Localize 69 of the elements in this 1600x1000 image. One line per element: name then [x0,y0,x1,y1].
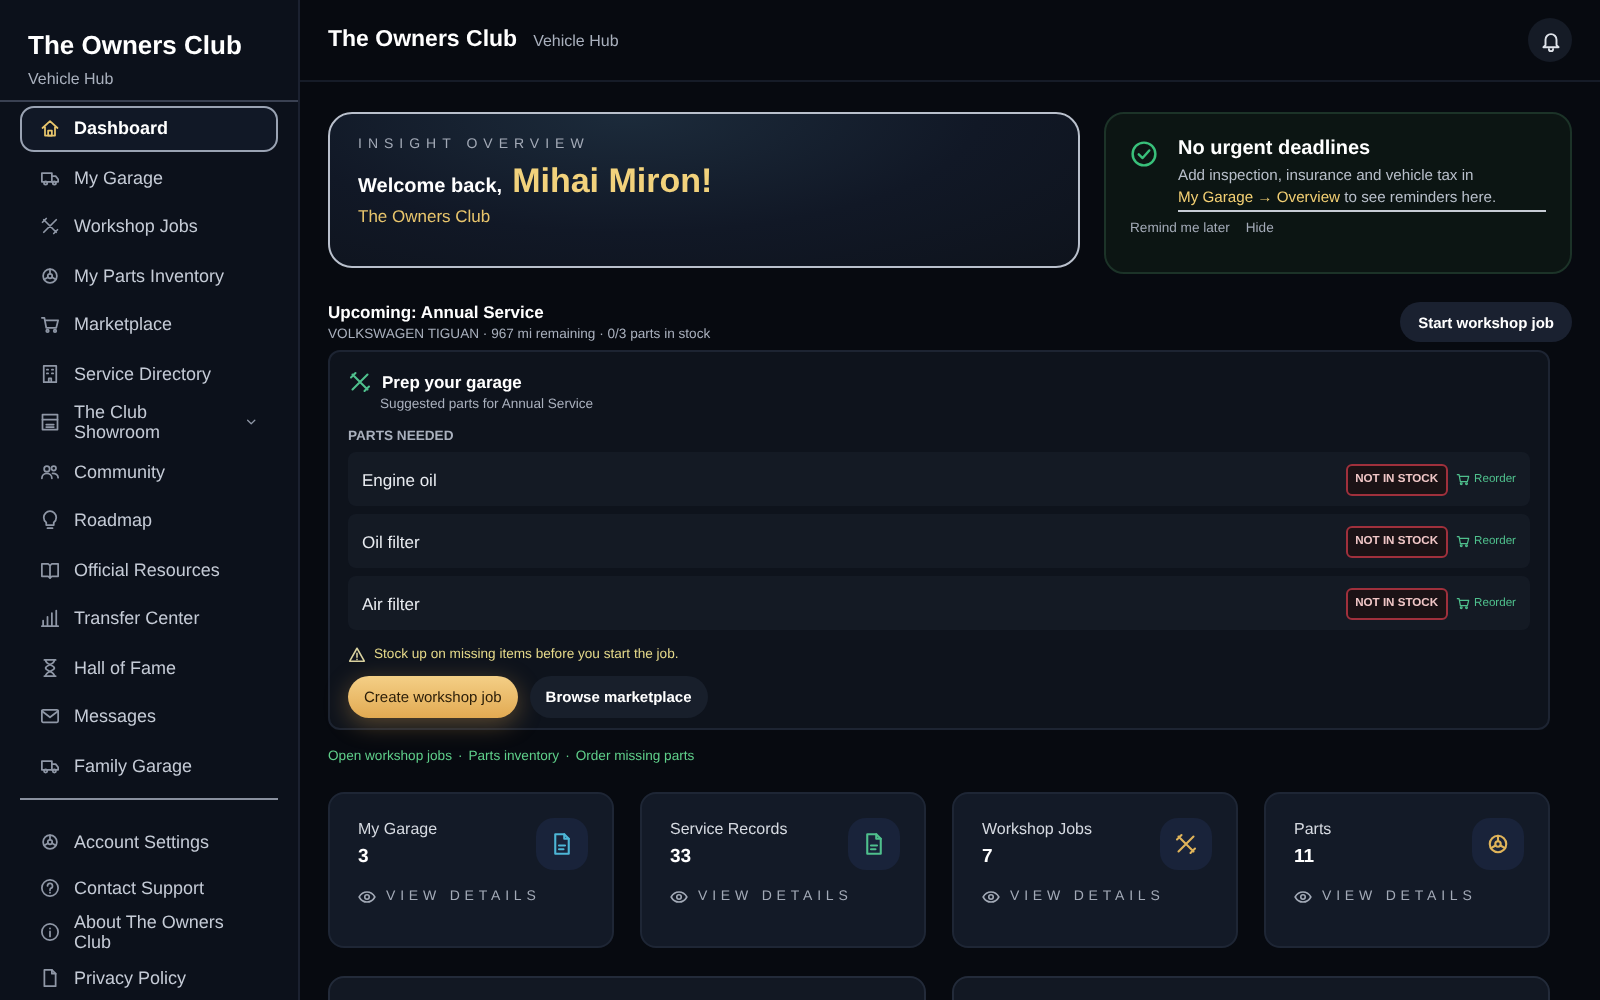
sidebar-item[interactable]: Hall of Fame [20,645,278,690]
tools-icon [348,370,372,394]
help-icon [40,877,60,898]
sidebar-item[interactable]: The Club Showroom [20,400,278,445]
cart-icon [1456,472,1471,486]
notifications-button[interactable] [1528,18,1572,62]
home-icon [40,118,60,139]
sidebar-item[interactable]: My Parts Inventory [20,253,278,298]
stat-value: 33 [670,846,692,868]
eye-icon [670,888,688,906]
page-subtitle: Vehicle Hub [533,31,619,49]
people-icon [40,461,60,482]
part-name: Oil filter [362,531,420,551]
sidebar-item[interactable]: My Garage [20,155,278,200]
stat-label: Workshop Jobs [982,820,1092,838]
eye-icon [358,888,376,906]
stat-label: Service Records [670,820,788,838]
greeting: Welcome back, [358,176,503,198]
upcoming-title: Upcoming: Annual Service [328,302,546,322]
stat-label: Parts [1294,820,1332,838]
truck-icon [40,167,60,188]
brand-subtitle: Vehicle Hub [28,70,114,88]
stat-value: 7 [982,846,993,868]
cart-icon [1456,534,1471,548]
eye-icon [982,888,1000,906]
part-name: Engine oil [362,469,437,489]
eye-icon [1294,888,1312,906]
sidebar-item[interactable]: Dashboard [20,106,278,151]
gear-icon [40,265,60,286]
sidebar-item[interactable]: About The Owners Club [20,910,278,955]
cart-icon [1456,596,1471,610]
sidebar-item[interactable]: Contact Support [20,865,278,910]
building-icon [40,363,60,384]
page-title: The Owners Club [328,28,518,52]
bar-chart-icon [40,608,60,629]
user-name: Mihai Miron! [512,162,713,202]
sidebar-item[interactable]: Service Directory [20,351,278,396]
prep-title: Prep your garage [382,372,522,392]
sidebar-item[interactable]: Workshop Jobs [20,204,278,249]
deadlines-title: No urgent deadlines [1178,138,1373,160]
check-circle-icon [1130,140,1158,168]
warning-icon [348,646,366,664]
truck-icon [40,755,60,776]
sidebar-item[interactable]: Account Settings [20,820,278,865]
part-name: Air filter [362,593,420,613]
stat-label: My Garage [358,820,438,838]
sidebar-item[interactable]: Official Resources [20,547,278,592]
sidebar-item[interactable]: Privacy Policy [20,955,278,1000]
sidebar-item[interactable]: Family Garage [20,743,278,788]
bell-icon [1539,29,1561,51]
sidebar-item[interactable]: Marketplace [20,302,278,347]
store-icon [40,412,60,433]
bulb-icon [40,510,60,531]
sidebar-item[interactable]: Messages [20,694,278,739]
sidebar-item[interactable]: Roadmap [20,498,278,543]
hourglass-icon [40,657,60,678]
sidebar-item[interactable]: Community [20,449,278,494]
brand-title: The Owners Club [28,30,242,60]
document-icon [40,967,60,988]
stat-value: 3 [358,846,369,868]
stat-value: 11 [1294,846,1315,868]
sidebar-item[interactable]: Transfer Center [20,596,278,641]
book-icon [40,559,60,580]
club-name: The Owners Club [358,206,491,226]
cart-icon [40,314,60,335]
gear-icon [40,832,60,853]
tools-icon [40,216,60,237]
info-icon [40,922,60,943]
mail-icon [40,706,60,727]
